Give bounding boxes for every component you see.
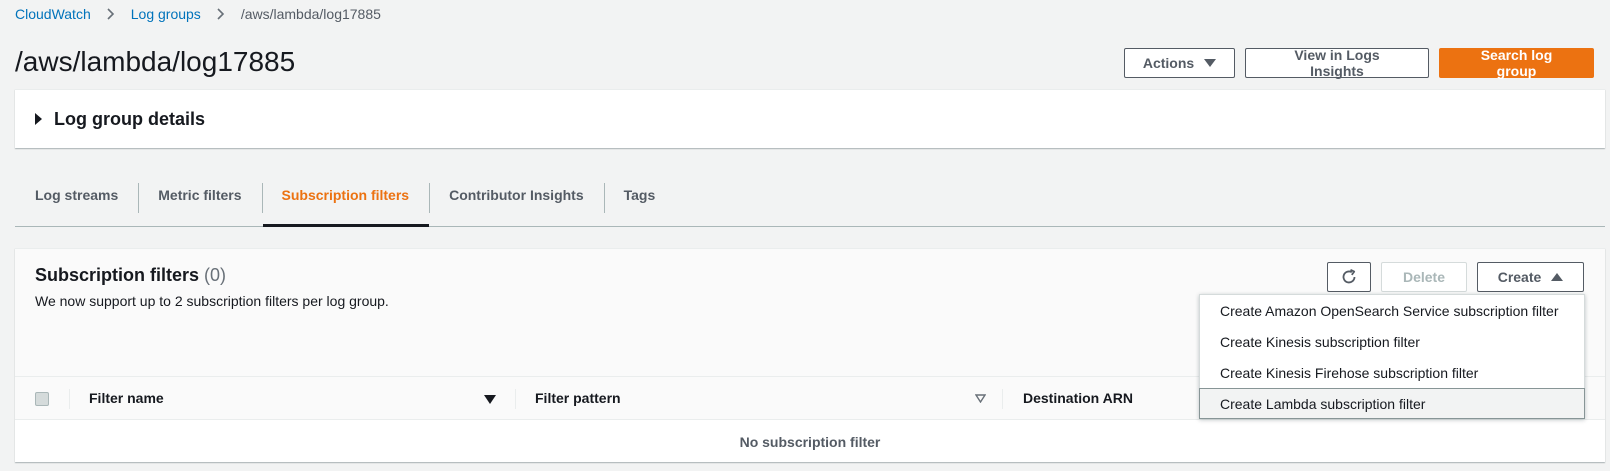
create-dropdown-menu: Create Amazon OpenSearch Service subscri…: [1199, 294, 1585, 419]
tab-label: Log streams: [35, 187, 119, 203]
breadcrumb-current: /aws/lambda/log17885: [240, 6, 381, 22]
tab-metric-filters[interactable]: Metric filters: [138, 176, 261, 226]
tab-label: Contributor Insights: [449, 187, 584, 203]
page-title: /aws/lambda/log17885: [15, 46, 296, 77]
column-divider: [515, 389, 516, 409]
tab-contributor-insights[interactable]: Contributor Insights: [429, 176, 604, 226]
breadcrumb-cloudwatch[interactable]: CloudWatch: [15, 6, 91, 22]
sort-icon[interactable]: [975, 394, 986, 403]
caret-right-icon: [35, 113, 42, 125]
actions-label: Actions: [1142, 55, 1195, 71]
menu-item-opensearch[interactable]: Create Amazon OpenSearch Service subscri…: [1200, 295, 1584, 326]
column-filter-pattern[interactable]: Filter pattern: [535, 390, 621, 406]
actions-button[interactable]: Actions: [1124, 48, 1235, 78]
menu-item-kinesis[interactable]: Create Kinesis subscription filter: [1200, 326, 1584, 357]
breadcrumb-log-groups[interactable]: Log groups: [131, 6, 201, 22]
log-group-details-expander[interactable]: Log group details: [15, 89, 1605, 148]
refresh-icon: [1342, 268, 1356, 284]
tab-subscription-filters[interactable]: Subscription filters: [261, 176, 430, 227]
panel-actions: Delete Create: [1327, 262, 1584, 292]
search-log-group-button[interactable]: Search log group: [1439, 47, 1594, 79]
column-divider: [1002, 389, 1003, 409]
create-button[interactable]: Create: [1477, 262, 1584, 292]
tab-tags[interactable]: Tags: [603, 176, 676, 226]
tab-label: Tags: [623, 187, 656, 203]
empty-state-message: No subscription filter: [739, 434, 881, 450]
select-all-checkbox[interactable]: [35, 392, 49, 406]
menu-item-lambda[interactable]: Create Lambda subscription filter: [1199, 388, 1585, 419]
panel-title: Subscription filters (0): [35, 265, 226, 286]
sort-down-icon[interactable]: [484, 395, 496, 404]
tab-bar: Log streams Metric filters Subscription …: [15, 176, 1605, 227]
tab-label: Subscription filters: [281, 187, 410, 203]
panel-description: We now support up to 2 subscription filt…: [35, 293, 389, 309]
tab-label: Metric filters: [158, 187, 242, 203]
log-group-details-label: Log group details: [54, 108, 205, 129]
caret-up-icon: [1551, 273, 1564, 281]
delete-button[interactable]: Delete: [1381, 262, 1467, 292]
column-destination-arn[interactable]: Destination ARN: [1023, 390, 1133, 406]
breadcrumb: CloudWatch Log groups /aws/lambda/log178…: [15, 4, 381, 24]
caret-down-icon: [1204, 59, 1217, 67]
filter-count: (0): [204, 265, 227, 285]
create-label: Create: [1497, 269, 1542, 285]
tab-log-streams[interactable]: Log streams: [15, 176, 138, 226]
view-logs-insights-button[interactable]: View in Logs Insights: [1245, 47, 1429, 79]
chevron-right-icon: [107, 8, 115, 20]
column-divider: [69, 389, 70, 409]
header-actions: Actions View in Logs Insights Search log…: [1124, 47, 1594, 79]
refresh-button[interactable]: [1327, 262, 1371, 292]
menu-item-kinesis-firehose[interactable]: Create Kinesis Firehose subscription fil…: [1200, 357, 1584, 388]
column-filter-name[interactable]: Filter name: [89, 390, 164, 406]
panel-title-text: Subscription filters: [35, 265, 200, 285]
chevron-right-icon: [217, 8, 225, 20]
